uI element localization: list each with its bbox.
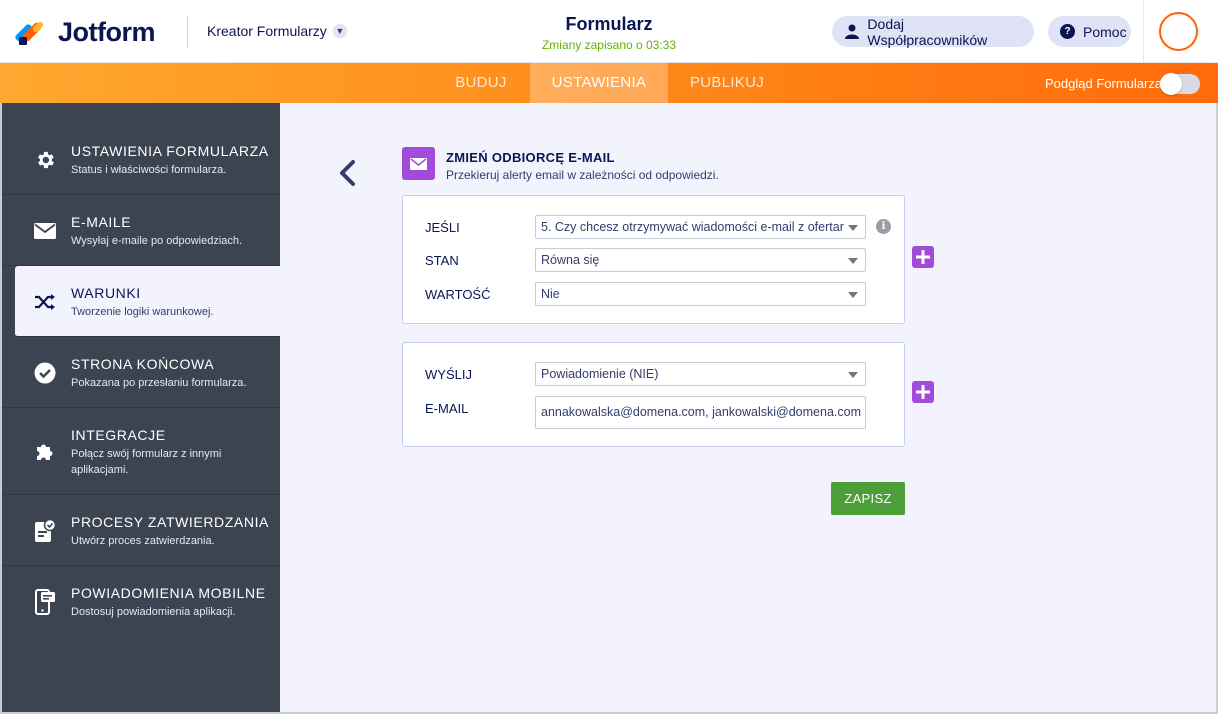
settings-sidebar: USTAWIENIA FORMULARZA Status i właściwoś… (2, 103, 280, 714)
email-recipients-value: annakowalska@domena.com, jankowalski@dom… (541, 405, 861, 419)
condition-subtitle: Przekieruj alerty email w zależności od … (446, 168, 719, 182)
shuffle-icon (33, 290, 57, 314)
send-email-value: Powiadomienie (NIE) (541, 367, 659, 381)
sidebar-item-desc: Status i właściwości formularza. (71, 164, 227, 176)
value-select[interactable]: Nie (535, 282, 866, 306)
gear-icon (33, 148, 57, 172)
approval-icon (33, 519, 57, 543)
condition-action-card: WYŚLIJ Powiadomienie (NIE) E-MAIL annako… (402, 342, 905, 447)
form-title[interactable]: Formularz (0, 14, 1218, 35)
sidebar-item-desc: Utwórz proces zatwierdzania. (71, 535, 215, 547)
sidebar-item-desc: Dostosuj powiadomienia aplikacji. (71, 606, 236, 618)
sidebar-item-desc: Tworzenie logiki warunkowej. (71, 306, 214, 318)
condition-rule-card: JEŚLI 5. Czy chcesz otrzymywać wiadomośc… (402, 195, 905, 324)
sidebar-item-title: PROCESY ZATWIERDZANIA (71, 514, 269, 530)
plus-icon (916, 250, 930, 264)
add-collaborators-label: Dodaj Współpracowników (867, 15, 988, 48)
header-divider-right (1143, 0, 1144, 63)
sidebar-item-approval-flows[interactable]: PROCESY ZATWIERDZANIA Utwórz proces zatw… (2, 495, 280, 566)
sidebar-item-thank-you-page[interactable]: STRONA KOŃCOWA Pokazana po przesłaniu fo… (2, 337, 280, 408)
value-label: WARTOŚĆ (425, 287, 491, 302)
main-nav-bar: BUDUJ USTAWIENIA PUBLIKUJ Podgląd Formul… (0, 63, 1218, 103)
sidebar-item-desc: Wysyłaj e-maile po odpowiedziach. (71, 235, 243, 247)
sidebar-item-form-settings[interactable]: USTAWIENIA FORMULARZA Status i właściwoś… (2, 124, 280, 195)
state-label: STAN (425, 253, 459, 268)
sidebar-item-title: POWIADOMIENIA MOBILNE (71, 585, 266, 601)
send-label: WYŚLIJ (425, 367, 472, 382)
if-field-select[interactable]: 5. Czy chcesz otrzymywać wiadomości e-ma… (535, 215, 866, 239)
envelope-icon (33, 219, 57, 243)
email-recipients-input[interactable]: annakowalska@domena.com, jankowalski@dom… (535, 396, 866, 429)
help-button[interactable]: ? Pomoc (1048, 16, 1131, 47)
info-icon[interactable]: i (876, 219, 891, 234)
sidebar-item-title: INTEGRACJE (71, 427, 166, 443)
add-action-button[interactable] (912, 381, 934, 403)
value-value: Nie (541, 287, 560, 301)
help-label: Pomoc (1083, 23, 1127, 40)
tab-publish[interactable]: PUBLIKUJ (668, 63, 786, 103)
if-field-value: 5. Czy chcesz otrzymywać wiadomości e-ma… (541, 220, 844, 234)
sidebar-item-integrations[interactable]: INTEGRACJE Połącz swój formularz z innym… (2, 408, 280, 495)
sidebar-item-conditions[interactable]: WARUNKI Tworzenie logiki warunkowej. (15, 266, 280, 337)
sidebar-item-emails[interactable]: E-MAILE Wysyłaj e-maile po odpowiedziach… (2, 195, 280, 266)
sidebar-item-desc: Połącz swój formularz z innymi aplikacja… (71, 448, 222, 476)
dropdown-caret-icon (848, 258, 858, 264)
send-email-select[interactable]: Powiadomienie (NIE) (535, 362, 866, 386)
sidebar-item-mobile-notifications[interactable]: POWIADOMIENIA MOBILNE Dostosuj powiadomi… (2, 566, 280, 637)
top-header: Jotform Kreator Formularzy ▼ Formularz Z… (0, 0, 1218, 63)
avatar[interactable] (1159, 12, 1198, 51)
help-icon: ? (1060, 24, 1075, 40)
dropdown-caret-icon (848, 292, 858, 298)
toggle-knob (1160, 73, 1182, 95)
if-label: JEŚLI (425, 220, 460, 235)
state-value: Równa się (541, 253, 600, 267)
form-preview-label: Podgląd Formularza (1045, 76, 1163, 91)
back-arrow-icon[interactable] (336, 159, 360, 187)
puzzle-icon (33, 440, 57, 464)
form-preview-toggle[interactable] (1160, 73, 1200, 95)
save-button[interactable]: ZAPISZ (831, 482, 905, 515)
check-circle-icon (33, 361, 57, 385)
add-collaborators-button[interactable]: Dodaj Współpracowników (832, 15, 1034, 48)
dropdown-caret-icon (848, 225, 858, 231)
mobile-notification-icon (33, 589, 57, 615)
plus-icon (916, 385, 930, 399)
sidebar-item-title: WARUNKI (71, 285, 141, 301)
tab-settings[interactable]: USTAWIENIA (530, 63, 668, 103)
sidebar-item-title: USTAWIENIA FORMULARZA (71, 143, 269, 159)
state-select[interactable]: Równa się (535, 248, 866, 272)
condition-title: ZMIEŃ ODBIORCĘ E-MAIL (446, 150, 615, 165)
add-condition-button[interactable] (912, 246, 934, 268)
sidebar-item-title: STRONA KOŃCOWA (71, 356, 215, 372)
email-label: E-MAIL (425, 401, 469, 416)
save-status: Zmiany zapisano o 03:33 (541, 38, 677, 52)
user-icon (844, 24, 859, 40)
sidebar-item-title: E-MAILE (71, 214, 132, 230)
dropdown-caret-icon (848, 372, 858, 378)
sidebar-item-desc: Pokazana po przesłaniu formularza. (71, 377, 247, 389)
tab-build[interactable]: BUDUJ (431, 63, 531, 103)
email-condition-icon (402, 147, 435, 180)
